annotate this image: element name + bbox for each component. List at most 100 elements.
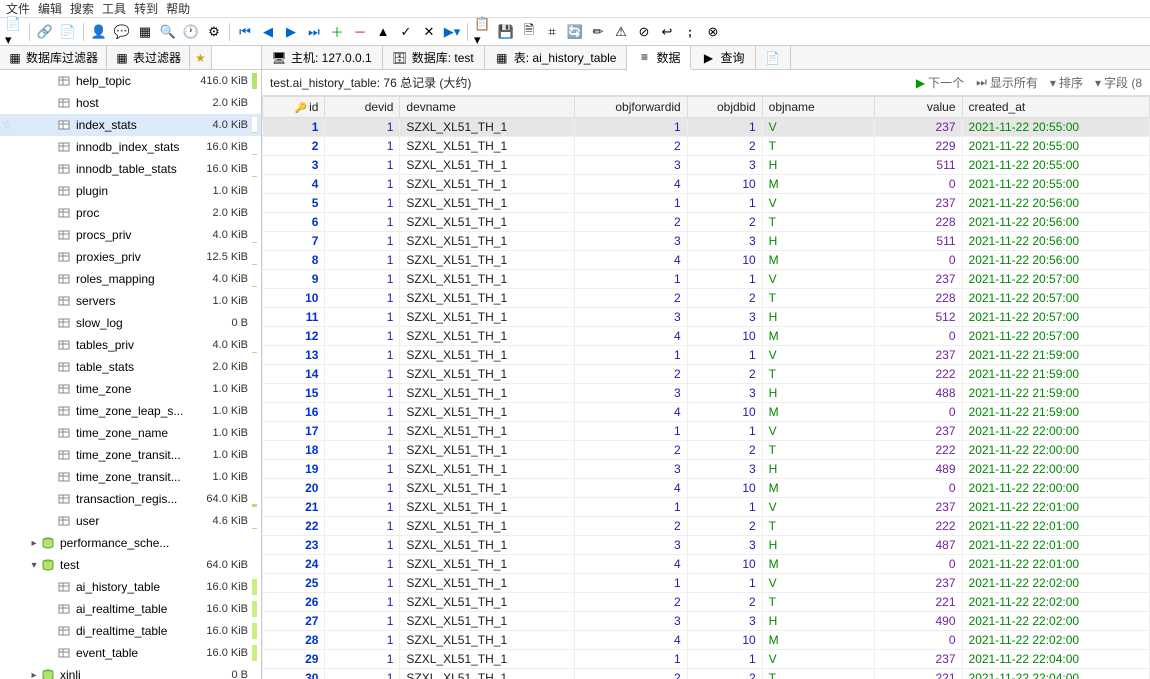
col-id[interactable]: 🔑id [263,97,325,118]
cell-id[interactable]: 5 [263,194,325,213]
cell-devid[interactable]: 1 [325,251,400,270]
cell-objdbid[interactable]: 3 [687,536,762,555]
cell-devname[interactable]: SZXL_XL51_TH_1 [400,631,575,650]
tree-item-time_zone_leap_s...[interactable]: time_zone_leap_s...1.0 KiB [0,400,261,422]
cell-devname[interactable]: SZXL_XL51_TH_1 [400,384,575,403]
cell-value[interactable]: 237 [875,498,962,517]
cell-objforwardid[interactable]: 3 [575,384,687,403]
table-row[interactable]: 301SZXL_XL51_TH_122T2212021-11-22 22:04:… [263,669,1150,679]
tbtn-remove[interactable]: － [350,22,370,42]
table-row[interactable]: 171SZXL_XL51_TH_111V2372021-11-22 22:00:… [263,422,1150,441]
cell-value[interactable]: 487 [875,536,962,555]
cell-devname[interactable]: SZXL_XL51_TH_1 [400,346,575,365]
cell-objforwardid[interactable]: 4 [575,403,687,422]
cell-id[interactable]: 21 [263,498,325,517]
cell-created[interactable]: 2021-11-22 21:59:00 [962,346,1149,365]
cell-devname[interactable]: SZXL_XL51_TH_1 [400,289,575,308]
cell-value[interactable]: 228 [875,289,962,308]
cell-objforwardid[interactable]: 1 [575,270,687,289]
cell-devid[interactable]: 1 [325,460,400,479]
cell-objdbid[interactable]: 1 [687,118,762,137]
cell-id[interactable]: 17 [263,422,325,441]
tbtn-check[interactable]: ✓ [396,22,416,42]
cell-objname[interactable]: T [762,137,874,156]
cell-created[interactable]: 2021-11-22 22:01:00 [962,555,1149,574]
cell-value[interactable]: 511 [875,232,962,251]
cell-objforwardid[interactable]: 3 [575,308,687,327]
cell-id[interactable]: 27 [263,612,325,631]
tbtn-new[interactable]: 📄 [58,22,78,42]
cell-devid[interactable]: 1 [325,327,400,346]
cell-created[interactable]: 2021-11-22 22:00:00 [962,441,1149,460]
tab-host[interactable]: 🖥主机: 127.0.0.1 [262,46,383,69]
cell-devname[interactable]: SZXL_XL51_TH_1 [400,555,575,574]
cell-id[interactable]: 2 [263,137,325,156]
cell-devname[interactable]: SZXL_XL51_TH_1 [400,403,575,422]
tab-data[interactable]: ≡数据 [627,46,691,70]
cell-objname[interactable]: T [762,365,874,384]
cell-devname[interactable]: SZXL_XL51_TH_1 [400,574,575,593]
cell-objdbid[interactable]: 10 [687,555,762,574]
tbtn-user[interactable]: 👤 [89,22,109,42]
cell-devid[interactable]: 1 [325,631,400,650]
tbtn-close[interactable]: ⊗ [703,22,723,42]
cell-created[interactable]: 2021-11-22 22:02:00 [962,593,1149,612]
cell-objforwardid[interactable]: 2 [575,517,687,536]
table-row[interactable]: 201SZXL_XL51_TH_1410M02021-11-22 22:00:0… [263,479,1150,498]
table-row[interactable]: 11SZXL_XL51_TH_111V2372021-11-22 20:55:0… [263,118,1150,137]
cell-created[interactable]: 2021-11-22 22:04:00 [962,650,1149,669]
cell-objname[interactable]: M [762,251,874,270]
cell-objforwardid[interactable]: 1 [575,574,687,593]
cell-devid[interactable]: 1 [325,384,400,403]
cell-devid[interactable]: 1 [325,403,400,422]
tbtn-grid[interactable]: ▦ [135,22,155,42]
cell-objforwardid[interactable]: 2 [575,289,687,308]
table-row[interactable]: 21SZXL_XL51_TH_122T2292021-11-22 20:55:0… [263,137,1150,156]
cell-objname[interactable]: V [762,270,874,289]
tbtn-refresh[interactable]: 🔄 [565,22,585,42]
cell-objdbid[interactable]: 1 [687,346,762,365]
cell-created[interactable]: 2021-11-22 20:56:00 [962,213,1149,232]
table-row[interactable]: 261SZXL_XL51_TH_122T2212021-11-22 22:02:… [263,593,1150,612]
cell-objdbid[interactable]: 3 [687,460,762,479]
table-row[interactable]: 31SZXL_XL51_TH_133H5112021-11-22 20:55:0… [263,156,1150,175]
table-row[interactable]: 101SZXL_XL51_TH_122T2282021-11-22 20:57:… [263,289,1150,308]
cell-objdbid[interactable]: 1 [687,194,762,213]
cell-objforwardid[interactable]: 4 [575,327,687,346]
cell-created[interactable]: 2021-11-22 20:57:00 [962,327,1149,346]
cell-devname[interactable]: SZXL_XL51_TH_1 [400,669,575,679]
table-row[interactable]: 91SZXL_XL51_TH_111V2372021-11-22 20:57:0… [263,270,1150,289]
cell-value[interactable]: 0 [875,631,962,650]
btn-show-all[interactable]: ⏭显示所有 [976,74,1038,91]
menu-tools[interactable]: 工具 [102,0,126,17]
cell-devname[interactable]: SZXL_XL51_TH_1 [400,156,575,175]
cell-objdbid[interactable]: 10 [687,479,762,498]
cell-objname[interactable]: M [762,479,874,498]
cell-id[interactable]: 14 [263,365,325,384]
cell-devname[interactable]: SZXL_XL51_TH_1 [400,593,575,612]
cell-devname[interactable]: SZXL_XL51_TH_1 [400,441,575,460]
tab-table[interactable]: ▦表: ai_history_table [485,46,628,69]
tbtn-warn[interactable]: ⚠ [611,22,631,42]
cell-objforwardid[interactable]: 2 [575,593,687,612]
cell-value[interactable]: 0 [875,251,962,270]
cell-objname[interactable]: T [762,289,874,308]
cell-devname[interactable]: SZXL_XL51_TH_1 [400,175,575,194]
tree-item-host[interactable]: host2.0 KiB [0,92,261,114]
cell-devid[interactable]: 1 [325,270,400,289]
col-devid[interactable]: devid [325,97,400,118]
cell-value[interactable]: 237 [875,346,962,365]
cell-objdbid[interactable]: 3 [687,232,762,251]
table-row[interactable]: 291SZXL_XL51_TH_111V2372021-11-22 22:04:… [263,650,1150,669]
cell-objforwardid[interactable]: 1 [575,346,687,365]
tbtn-copy[interactable]: 📋▾ [473,22,493,42]
tree-item-innodb_table_stats[interactable]: innodb_table_stats16.0 KiB [0,158,261,180]
tree-item-slow_log[interactable]: slow_log0 B [0,312,261,334]
tbtn-page[interactable]: 🗎 [519,22,539,42]
cell-id[interactable]: 19 [263,460,325,479]
cell-objdbid[interactable]: 2 [687,213,762,232]
tab-favorites[interactable]: ★ [190,46,212,69]
cell-objname[interactable]: H [762,156,874,175]
tbtn-link[interactable]: 🔗 [35,22,55,42]
cell-devid[interactable]: 1 [325,137,400,156]
